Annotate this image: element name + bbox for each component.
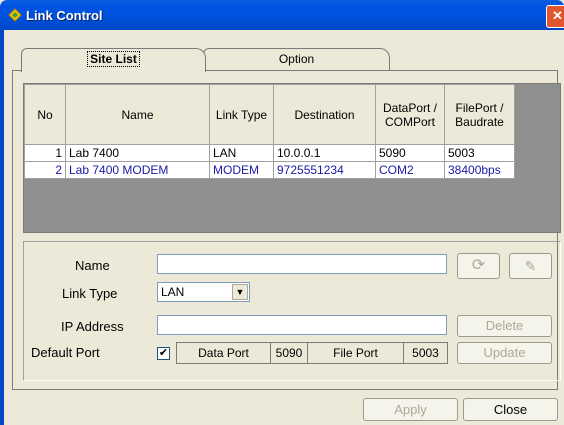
tab-site-list-label: Site List: [87, 51, 140, 67]
column-header-name[interactable]: Name: [65, 84, 210, 145]
cell-no: 2: [24, 161, 66, 179]
window-border: [0, 30, 4, 425]
window-title: Link Control: [26, 8, 103, 23]
site-list-grid[interactable]: No Name Link Type Destination DataPort /…: [23, 83, 561, 233]
cell-destination: 9725551234: [273, 161, 376, 179]
column-header-no[interactable]: No: [24, 84, 66, 145]
column-header-fileport[interactable]: FilePort / Baudrate: [444, 84, 515, 145]
cell-name: Lab 7400 MODEM: [65, 161, 210, 179]
cell-dataport: COM2: [375, 161, 445, 179]
column-header-link-type[interactable]: Link Type: [209, 84, 274, 145]
table-row[interactable]: 1 Lab 7400 LAN 10.0.0.1 5090 5003: [24, 144, 515, 162]
apply-button[interactable]: Apply: [363, 398, 458, 421]
title-bar[interactable]: Link Control ✕: [0, 0, 564, 30]
app-icon: [8, 8, 22, 22]
column-header-dataport[interactable]: DataPort / COMPort: [375, 84, 445, 145]
site-edit-form: [23, 241, 561, 381]
table-header-row: No Name Link Type Destination DataPort /…: [24, 84, 515, 145]
cell-destination: 10.0.0.1: [273, 144, 376, 162]
cell-fileport: 38400bps: [444, 161, 515, 179]
cell-link-type: LAN: [209, 144, 274, 162]
tab-option[interactable]: Option: [203, 48, 390, 71]
cell-name: Lab 7400: [65, 144, 210, 162]
site-list-table: No Name Link Type Destination DataPort /…: [24, 84, 515, 179]
cell-dataport: 5090: [375, 144, 445, 162]
tab-site-list[interactable]: Site List: [21, 48, 206, 72]
link-control-window: Link Control ✕ Site List Option No Name …: [0, 0, 564, 425]
cell-fileport: 5003: [444, 144, 515, 162]
cell-link-type: MODEM: [209, 161, 274, 179]
column-header-destination[interactable]: Destination: [273, 84, 376, 145]
table-row[interactable]: 2 Lab 7400 MODEM MODEM 9725551234 COM2 3…: [24, 161, 515, 179]
window-close-button[interactable]: ✕: [546, 5, 564, 28]
close-button[interactable]: Close: [463, 398, 558, 421]
cell-no: 1: [24, 144, 66, 162]
